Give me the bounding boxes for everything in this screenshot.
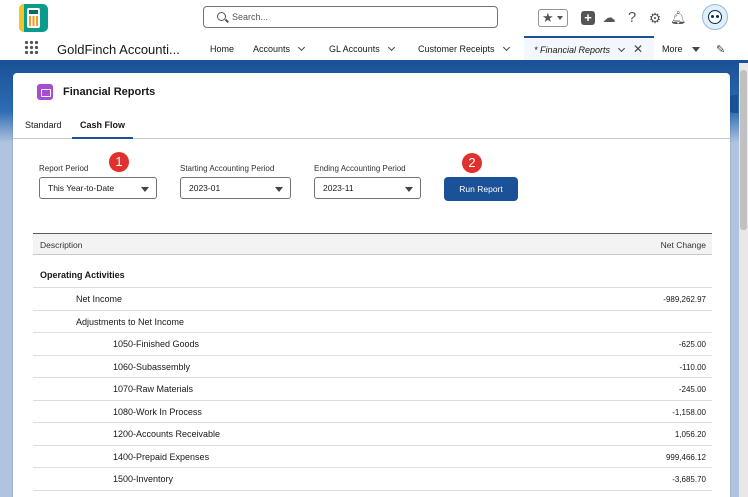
caret-down-icon xyxy=(405,187,413,192)
ending-period-select[interactable]: 2023-11 xyxy=(314,177,421,199)
row-label: 1070-Raw Materials xyxy=(113,384,194,394)
table-row: Adjustments to Net Income xyxy=(33,311,712,333)
tab-standard[interactable]: Standard xyxy=(25,120,62,139)
starting-period-value: 2023-01 xyxy=(189,183,221,193)
nav-item-accounts[interactable]: Accounts xyxy=(253,36,306,60)
row-value: 999,466.12 xyxy=(665,452,706,462)
row-value: -625.00 xyxy=(678,340,706,349)
row-label: 1500-Inventory xyxy=(113,474,174,484)
user-avatar[interactable] xyxy=(702,4,728,30)
table-row: 1060-Subassembly -110.00 xyxy=(33,356,712,378)
column-header-net-change: Net Change xyxy=(660,240,706,250)
ending-period-value: 2023-11 xyxy=(323,183,354,193)
chevron-down-icon xyxy=(557,16,563,20)
run-report-button[interactable]: Run Report xyxy=(444,177,518,201)
report-period-value: This Year-to-Date xyxy=(48,183,115,193)
notifications-bell-icon[interactable]: 🔔︎ xyxy=(670,9,687,27)
chevron-down-icon[interactable] xyxy=(502,43,510,52)
app-logo-calculator-icon[interactable] xyxy=(19,4,48,32)
guidance-center-icon[interactable]: ☁ xyxy=(601,9,617,27)
app-launcher-icon[interactable] xyxy=(24,40,39,55)
row-value: -3,685.70 xyxy=(672,475,706,484)
section-title: Operating Activities xyxy=(40,270,125,280)
global-actions-plus-icon[interactable]: + xyxy=(581,11,595,25)
star-icon: ★ xyxy=(542,10,554,25)
row-label: Net Income xyxy=(76,294,123,304)
nav-item-gl-accounts[interactable]: GL Accounts xyxy=(329,36,395,60)
table-header: Description Net Change xyxy=(33,233,712,255)
row-value: 1,056.20 xyxy=(674,430,706,439)
nav-item-financial-reports[interactable]: * Financial Reports ✕ xyxy=(524,36,654,60)
starting-period-select[interactable]: 2023-01 xyxy=(180,177,291,199)
caret-down-icon xyxy=(691,47,700,52)
global-header: Search... ★ + ☁ ? ⚙ 🔔︎ xyxy=(0,0,748,36)
page-scrollbar-thumb[interactable] xyxy=(740,70,747,230)
row-label: 1060-Subassembly xyxy=(113,361,191,372)
report-period-label: Report Period xyxy=(39,164,89,173)
chevron-down-icon[interactable] xyxy=(387,43,395,52)
report-period-select[interactable]: This Year-to-Date xyxy=(39,177,157,199)
ending-period-label: Ending Accounting Period xyxy=(314,164,406,173)
utility-side-tab[interactable] xyxy=(730,95,738,113)
chevron-down-icon[interactable] xyxy=(297,43,306,52)
nav-item-more[interactable]: More xyxy=(662,36,700,60)
row-value: -245.00 xyxy=(678,385,706,394)
nav-item-home[interactable]: Home xyxy=(210,36,234,60)
row-label: 1050-Finished Goods xyxy=(113,339,200,349)
table-row: Net Income -989,262.97 xyxy=(33,288,712,311)
cash-flow-table: Description Net Change Operating Activit… xyxy=(33,233,712,491)
card-title: Financial Reports xyxy=(63,86,156,98)
app-navigation-bar: GoldFinch Accounti... Home Accounts GL A… xyxy=(0,36,748,63)
row-value: -110.00 xyxy=(679,362,706,372)
app-name: GoldFinch Accounti... xyxy=(57,42,180,57)
row-label: 1080-Work In Process xyxy=(113,406,202,417)
table-row: 1050-Finished Goods -625.00 xyxy=(33,333,712,356)
global-search-input[interactable]: Search... xyxy=(203,6,498,28)
nav-item-customer-receipts[interactable]: Customer Receipts xyxy=(418,36,510,60)
caret-down-icon xyxy=(141,187,149,192)
row-label: 1200-Accounts Receivable xyxy=(113,429,221,439)
table-row: 1200-Accounts Receivable 1,056.20 xyxy=(33,423,712,446)
step-badge-1: 1 xyxy=(109,152,129,172)
table-row: 1500-Inventory -3,685.70 xyxy=(33,468,712,491)
column-header-description: Description xyxy=(40,240,83,250)
report-icon xyxy=(37,84,53,100)
financial-reports-card: Financial Reports Standard Cash Flow Rep… xyxy=(13,73,730,497)
close-tab-icon[interactable]: ✕ xyxy=(633,42,643,56)
section-header: Operating Activities xyxy=(33,255,712,287)
search-placeholder: Search... xyxy=(232,12,269,22)
help-icon[interactable]: ? xyxy=(624,9,640,27)
edit-nav-pencil-icon[interactable]: ✎ xyxy=(716,43,725,56)
row-label: 1400-Prepaid Expenses xyxy=(113,451,210,462)
table-row: 1080-Work In Process -1,158.00 xyxy=(33,401,712,423)
row-value: -1,158.00 xyxy=(672,407,706,417)
search-icon xyxy=(217,12,226,21)
starting-period-label: Starting Accounting Period xyxy=(180,164,275,173)
table-row: 1070-Raw Materials -245.00 xyxy=(33,378,712,401)
tab-cash-flow[interactable]: Cash Flow xyxy=(72,120,134,139)
row-value: -989,262.97 xyxy=(663,295,706,304)
setup-gear-icon[interactable]: ⚙ xyxy=(647,9,663,27)
caret-down-icon xyxy=(275,187,283,192)
favorites-button[interactable]: ★ xyxy=(538,9,568,27)
step-badge-2: 2 xyxy=(462,153,482,173)
table-row: 1400-Prepaid Expenses 999,466.12 xyxy=(33,446,712,468)
chevron-down-icon[interactable] xyxy=(618,44,626,53)
report-tabs: Standard Cash Flow xyxy=(13,113,730,139)
row-label: Adjustments to Net Income xyxy=(76,316,185,327)
